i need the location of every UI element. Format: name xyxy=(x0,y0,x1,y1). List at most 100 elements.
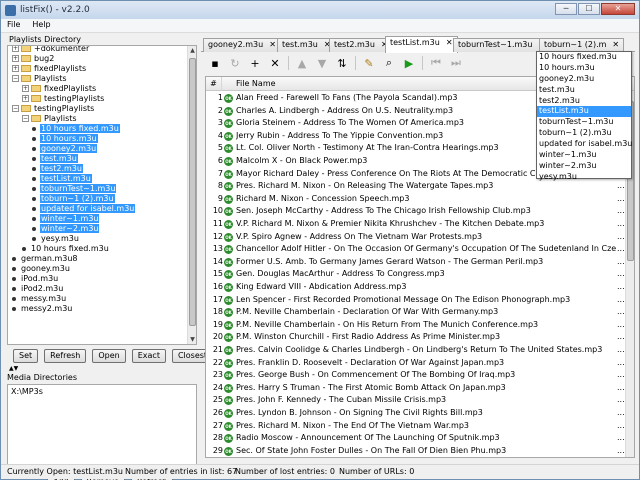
move-up-icon[interactable]: ▲ xyxy=(292,54,312,72)
expander-icon[interactable]: + xyxy=(12,55,19,62)
row-more-button[interactable]: ... xyxy=(617,369,625,381)
row-more-button[interactable]: ... xyxy=(617,319,625,331)
add-icon[interactable]: + xyxy=(245,54,265,72)
expander-icon[interactable]: + xyxy=(22,95,29,102)
next-icon[interactable]: ⏭ xyxy=(446,54,466,72)
tab-toburn-1-2-m[interactable]: toburn~1 (2).m ✕ xyxy=(539,38,625,52)
tab-list-item[interactable]: 10 hours.m3u xyxy=(537,63,631,74)
find-icon[interactable]: ⌕ xyxy=(379,54,399,72)
row-more-button[interactable]: ... xyxy=(617,281,625,293)
tree-item[interactable]: test2.m3u xyxy=(32,164,83,174)
tree-item[interactable]: gooney2.m3u xyxy=(32,144,98,154)
table-row[interactable]: 23 OK Pres. George Bush - On Commencement … xyxy=(206,369,626,382)
tree-item[interactable]: − Playlists xyxy=(22,114,78,124)
set-button[interactable]: Set xyxy=(13,349,39,363)
expander-icon[interactable]: + xyxy=(12,46,19,52)
tree-scrollbar[interactable]: ▲ ▼ xyxy=(187,46,196,344)
expander-icon[interactable]: − xyxy=(12,105,19,112)
table-row[interactable]: 13 OK Chancellor Adolf Hitler - On The Occ… xyxy=(206,243,626,256)
row-more-button[interactable]: ... xyxy=(617,243,625,255)
tree-item[interactable]: + fixedPlaylists xyxy=(12,64,87,74)
tab-list-item[interactable]: yesy.m3u xyxy=(537,172,631,183)
expander-icon[interactable]: + xyxy=(12,65,19,72)
table-row[interactable]: 17 OK Len Spencer - First Recorded Promoti… xyxy=(206,294,626,307)
tab-list-item[interactable]: 10 hours fixed.m3u xyxy=(537,52,631,63)
tree-item[interactable]: + fixedPlaylists xyxy=(22,84,97,94)
exact-button[interactable]: Exact xyxy=(131,349,166,363)
tab-list-item[interactable]: toburn~1 (2).m3u xyxy=(537,128,631,139)
tree-item[interactable]: + bug2 xyxy=(12,54,55,64)
tab-close-icon[interactable]: ✕ xyxy=(446,38,453,47)
column-header-number[interactable]: # xyxy=(206,77,222,91)
row-more-button[interactable]: ... xyxy=(617,344,625,356)
row-more-button[interactable]: ... xyxy=(617,193,625,205)
table-row[interactable]: 20 OK P.M. Winston Churchill - First Radio… xyxy=(206,331,626,344)
tree-item[interactable]: 10 hours fixed.m3u xyxy=(22,244,110,254)
table-row[interactable]: 22 OK Pres. Franklin D. Roosevelt - Declar… xyxy=(206,357,626,370)
tab-testlist-m3u[interactable]: testList.m3u ✕ xyxy=(385,36,458,53)
table-row[interactable]: 16 OK King Edward VIII - Abdication Addres… xyxy=(206,281,626,294)
row-more-button[interactable]: ... xyxy=(617,394,625,406)
row-more-button[interactable]: ... xyxy=(617,306,625,318)
play-icon[interactable]: ▶ xyxy=(399,54,419,72)
reload-icon[interactable]: ↻ xyxy=(225,54,245,72)
table-row[interactable]: 29 OK Sec. Of State John Foster Dulles - O… xyxy=(206,445,626,457)
row-more-button[interactable]: ... xyxy=(617,268,625,280)
expander-icon[interactable]: − xyxy=(12,75,19,82)
table-row[interactable]: 24 OK Pres. Harry S Truman - The First Ato… xyxy=(206,382,626,395)
tree-item[interactable]: gooney.m3u xyxy=(12,264,71,274)
tab-list-item[interactable]: testList.m3u xyxy=(537,106,631,118)
table-row[interactable]: 25 OK Pres. John F. Kennedy - The Cuban Mi… xyxy=(206,394,626,407)
tree-item[interactable]: testList.m3u xyxy=(32,174,92,184)
menu-file[interactable]: File xyxy=(1,19,26,32)
row-more-button[interactable]: ... xyxy=(617,256,625,268)
table-row[interactable]: 12 OK V.P. Spiro Agnew - Address On The Vi… xyxy=(206,231,626,244)
move-down-icon[interactable]: ▼ xyxy=(312,54,332,72)
row-more-button[interactable]: ... xyxy=(617,420,625,432)
tree-item[interactable]: 10 hours fixed.m3u xyxy=(32,124,120,134)
save-icon[interactable]: ▪ xyxy=(205,54,225,72)
tree-item[interactable]: yesy.m3u xyxy=(32,234,80,244)
media-directory-item[interactable]: X:\MP3s xyxy=(11,387,193,396)
tree-item[interactable]: messy.m3u xyxy=(12,294,67,304)
row-more-button[interactable]: ... xyxy=(617,445,625,457)
table-row[interactable]: 10 OK Sen. Joseph McCarthy - Address To Th… xyxy=(206,205,626,218)
tree-item[interactable]: iPod.m3u xyxy=(12,274,59,284)
tree-item[interactable]: + testingPlaylists xyxy=(22,94,105,104)
row-more-button[interactable]: ... xyxy=(617,205,625,217)
remove-icon[interactable]: ✕ xyxy=(265,54,285,72)
tree-item[interactable]: messy2.m3u xyxy=(12,304,73,314)
row-more-button[interactable]: ... xyxy=(617,231,625,243)
table-row[interactable]: 30OKSen. Edward Kennedy - Eulogy For Rob… xyxy=(206,457,626,458)
sort-icon[interactable]: ⇅ xyxy=(332,54,352,72)
tab-list-item[interactable]: toburnTest~1.m3u xyxy=(537,117,631,128)
expander-icon[interactable]: − xyxy=(22,115,29,122)
column-header-file-name[interactable]: File Name xyxy=(236,77,276,91)
scroll-up-icon[interactable]: ▲ xyxy=(188,46,196,55)
tab-list-item[interactable]: test.m3u xyxy=(537,85,631,96)
row-more-button[interactable]: ... xyxy=(617,407,625,419)
row-more-button[interactable]: ... xyxy=(617,382,625,394)
tab-list-item[interactable]: updated for isabel.m3u xyxy=(537,139,632,150)
table-row[interactable]: 11 OK V.P. Richard M. Nixon & Premier Niki… xyxy=(206,218,626,231)
table-row[interactable]: 19 OK P.M. Neville Chamberlain - On His Re… xyxy=(206,319,626,332)
tree-item[interactable]: test.m3u xyxy=(32,154,78,164)
expander-icon[interactable]: + xyxy=(22,85,29,92)
table-row[interactable]: 26 OK Pres. Lyndon B. Johnson - On Signing… xyxy=(206,407,626,420)
row-more-button[interactable]: ... xyxy=(617,294,625,306)
row-more-button[interactable]: ... xyxy=(617,357,625,369)
tab-list-item[interactable]: gooney2.m3u xyxy=(537,74,631,85)
tab-list-item[interactable]: winter~1.m3u xyxy=(537,150,631,161)
tab-close-icon[interactable]: ✕ xyxy=(269,40,276,49)
tab-close-icon[interactable]: ✕ xyxy=(612,40,619,49)
tree-scroll-thumb[interactable] xyxy=(189,58,196,326)
panel-splitter[interactable]: ▲▼ xyxy=(7,365,197,372)
tree-item[interactable]: − testingPlaylists xyxy=(12,104,95,114)
playlists-tree[interactable]: ▲ ▼ + +dokumenter + bug2 + fixedPlaylists − Pla… xyxy=(7,45,197,345)
maximize-button[interactable]: ☐ xyxy=(578,3,600,15)
tree-item[interactable]: winter~1.m3u xyxy=(32,214,100,224)
tree-item[interactable]: toburnTest~1.m3u xyxy=(32,184,117,194)
row-more-button[interactable]: ... xyxy=(617,457,625,458)
minimize-button[interactable]: ─ xyxy=(555,3,577,15)
close-button[interactable]: ✕ xyxy=(601,3,635,15)
